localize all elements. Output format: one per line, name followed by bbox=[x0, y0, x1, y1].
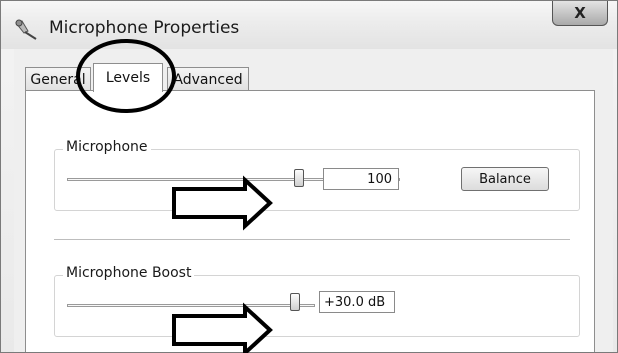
tab-levels[interactable]: Levels bbox=[93, 63, 163, 92]
balance-button[interactable]: Balance bbox=[461, 167, 549, 191]
close-icon: X bbox=[574, 4, 586, 22]
microphone-slider-thumb[interactable] bbox=[294, 169, 304, 187]
boost-level-field[interactable]: +30.0 dB bbox=[319, 291, 395, 313]
tab-advanced[interactable]: Advanced bbox=[167, 67, 249, 91]
microphone-boost-group: Microphone Boost +30.0 dB bbox=[54, 265, 580, 337]
tab-levels-label: Levels bbox=[105, 70, 151, 86]
microphone-properties-window: Microphone Properties X General Levels A… bbox=[0, 0, 618, 353]
boost-slider-track[interactable] bbox=[67, 304, 315, 307]
microphone-boost-group-label: Microphone Boost bbox=[63, 265, 195, 281]
microphone-level-field[interactable]: 100 bbox=[323, 168, 399, 190]
tab-general-label: General bbox=[30, 71, 86, 88]
section-divider bbox=[54, 239, 570, 240]
tab-general[interactable]: General bbox=[25, 67, 91, 91]
title-bar[interactable]: Microphone Properties X bbox=[1, 1, 617, 49]
window-title: Microphone Properties bbox=[49, 18, 240, 38]
boost-slider-thumb[interactable] bbox=[290, 293, 300, 311]
tab-advanced-label: Advanced bbox=[173, 71, 243, 88]
levels-panel: Microphone 100 Balance Microphone Boost … bbox=[25, 90, 595, 352]
microphone-group: Microphone 100 Balance bbox=[54, 139, 580, 211]
microphone-icon bbox=[15, 19, 37, 40]
close-button[interactable]: X bbox=[552, 1, 608, 26]
microphone-group-label: Microphone bbox=[63, 139, 151, 155]
